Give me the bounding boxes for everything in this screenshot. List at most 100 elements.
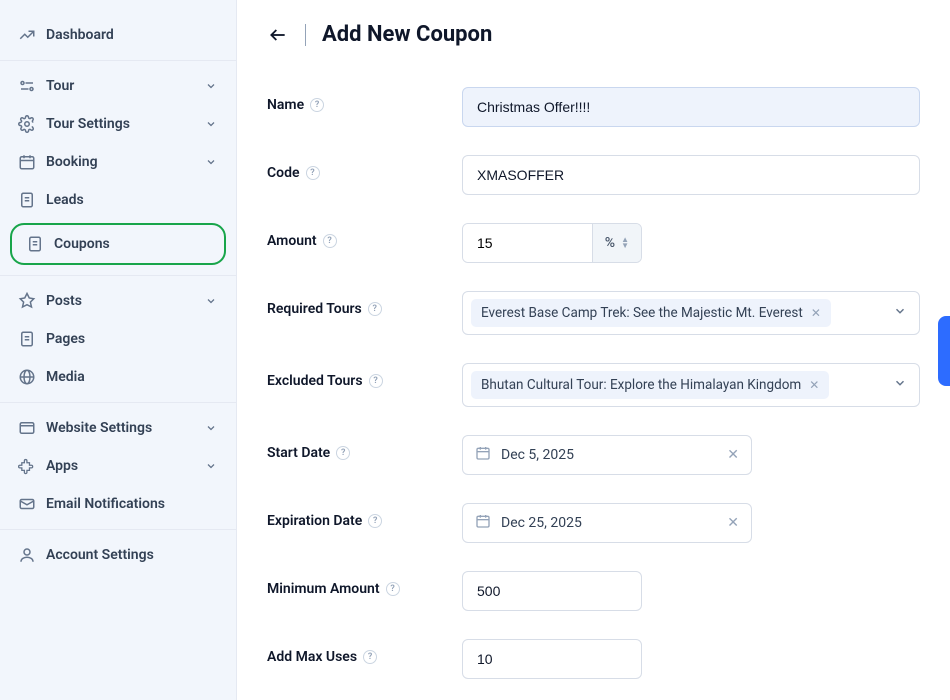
label-text: Name — [267, 97, 304, 113]
excluded-tours-select[interactable]: Bhutan Cultural Tour: Explore the Himala… — [462, 363, 920, 407]
help-icon[interactable]: ? — [368, 302, 382, 316]
sidebar-item-tour[interactable]: Tour — [0, 67, 236, 105]
chip-label: Everest Base Camp Trek: See the Majestic… — [481, 305, 803, 321]
sidebar-item-email-notifications[interactable]: Email Notifications — [0, 485, 236, 523]
expiration-date-input[interactable]: Dec 25, 2025 ✕ — [462, 503, 752, 543]
code-input[interactable] — [462, 155, 920, 195]
sidebar-item-label: Booking — [46, 154, 194, 170]
sidebar: Dashboard Tour Tour Settings Booking Lea… — [0, 0, 237, 700]
main-content: Add New Coupon Name ? Code ? Amount ? — [237, 0, 950, 700]
label-text: Code — [267, 165, 300, 181]
sidebar-item-website-settings[interactable]: Website Settings — [0, 409, 236, 447]
sidebar-group-main: Dashboard — [0, 10, 236, 61]
help-icon[interactable]: ? — [363, 650, 377, 664]
field-row-required-tours: Required Tours ? Everest Base Camp Trek:… — [267, 291, 920, 335]
field-row-expiration-date: Expiration Date ? Dec 25, 2025 ✕ — [267, 503, 920, 543]
amount-unit-label: % — [605, 235, 615, 251]
required-tours-select[interactable]: Everest Base Camp Trek: See the Majestic… — [462, 291, 920, 335]
sidebar-item-label: Coupons — [54, 236, 210, 252]
chip-label: Bhutan Cultural Tour: Explore the Himala… — [481, 377, 801, 393]
sidebar-item-label: Email Notifications — [46, 496, 218, 512]
chevron-down-icon — [204, 117, 218, 131]
help-icon[interactable]: ? — [336, 446, 350, 460]
chip-remove-icon[interactable]: ✕ — [809, 378, 819, 392]
window-icon — [18, 419, 36, 437]
chip-remove-icon[interactable]: ✕ — [811, 306, 821, 320]
back-button[interactable] — [267, 24, 289, 46]
divider — [305, 24, 306, 46]
sidebar-item-label: Tour — [46, 78, 194, 94]
chevron-down-icon[interactable] — [893, 376, 907, 394]
help-icon[interactable]: ? — [368, 514, 382, 528]
gear-icon — [18, 115, 36, 133]
sidebar-item-label: Account Settings — [46, 547, 218, 563]
help-icon[interactable]: ? — [306, 166, 320, 180]
file-icon — [18, 330, 36, 348]
calendar-icon — [18, 153, 36, 171]
calendar-icon — [475, 513, 491, 533]
sidebar-group-account: Account Settings — [0, 530, 236, 580]
sidebar-item-media[interactable]: Media — [0, 358, 236, 396]
calendar-icon — [475, 445, 491, 465]
chevron-down-icon — [204, 155, 218, 169]
sidebar-item-label: Apps — [46, 458, 194, 474]
amount-input[interactable] — [463, 224, 592, 262]
label-text: Add Max Uses — [267, 649, 357, 665]
chevron-down-icon[interactable] — [893, 304, 907, 322]
sidebar-item-label: Pages — [46, 331, 218, 347]
clear-icon[interactable]: ✕ — [727, 515, 739, 531]
help-icon[interactable]: ? — [386, 582, 400, 596]
field-label: Required Tours ? — [267, 291, 462, 317]
sidebar-item-posts[interactable]: Posts — [0, 282, 236, 320]
field-row-amount: Amount ? % ▲▼ — [267, 223, 920, 263]
sidebar-item-account-settings[interactable]: Account Settings — [0, 536, 236, 574]
sidebar-group-content: Posts Pages Media — [0, 276, 236, 403]
user-icon — [18, 546, 36, 564]
field-label: Excluded Tours ? — [267, 363, 462, 389]
file-icon — [26, 235, 44, 253]
help-icon[interactable]: ? — [310, 98, 324, 112]
field-label: Name ? — [267, 87, 462, 113]
field-label: Code ? — [267, 155, 462, 181]
label-text: Minimum Amount — [267, 581, 380, 597]
sidebar-item-booking[interactable]: Booking — [0, 143, 236, 181]
clear-icon[interactable]: ✕ — [727, 447, 739, 463]
field-row-max-uses: Add Max Uses ? — [267, 639, 920, 679]
help-icon[interactable]: ? — [323, 234, 337, 248]
globe-icon — [18, 368, 36, 386]
minimum-amount-input[interactable] — [462, 571, 642, 611]
chevron-down-icon — [204, 459, 218, 473]
sidebar-item-tour-settings[interactable]: Tour Settings — [0, 105, 236, 143]
help-icon[interactable]: ? — [369, 374, 383, 388]
label-text: Expiration Date — [267, 513, 362, 529]
field-label: Add Max Uses ? — [267, 639, 462, 665]
sidebar-item-dashboard[interactable]: Dashboard — [0, 16, 236, 54]
chevron-down-icon — [204, 79, 218, 93]
side-feedback-tab[interactable] — [938, 316, 950, 386]
sidebar-item-leads[interactable]: Leads — [0, 181, 236, 219]
date-value: Dec 5, 2025 — [501, 447, 717, 463]
sidebar-item-apps[interactable]: Apps — [0, 447, 236, 485]
chip: Bhutan Cultural Tour: Explore the Himala… — [471, 371, 829, 399]
field-label: Minimum Amount ? — [267, 571, 462, 597]
amount-unit-selector[interactable]: % ▲▼ — [592, 224, 641, 262]
sidebar-item-coupons[interactable]: Coupons — [12, 225, 224, 263]
field-label: Start Date ? — [267, 435, 462, 461]
sidebar-item-pages[interactable]: Pages — [0, 320, 236, 358]
sidebar-group-tours: Tour Tour Settings Booking Leads Coupons — [0, 61, 236, 276]
field-row-start-date: Start Date ? Dec 5, 2025 ✕ — [267, 435, 920, 475]
label-text: Start Date — [267, 445, 330, 461]
sidebar-item-coupons-highlight: Coupons — [10, 223, 226, 265]
start-date-input[interactable]: Dec 5, 2025 ✕ — [462, 435, 752, 475]
page-title: Add New Coupon — [322, 22, 492, 47]
chip: Everest Base Camp Trek: See the Majestic… — [471, 299, 831, 327]
amount-group: % ▲▼ — [462, 223, 642, 263]
name-input[interactable] — [462, 87, 920, 127]
mail-icon — [18, 495, 36, 513]
file-icon — [18, 191, 36, 209]
sidebar-item-label: Posts — [46, 293, 194, 309]
stepper-icon: ▲▼ — [621, 237, 629, 249]
arrow-left-icon — [268, 25, 288, 45]
max-uses-input[interactable] — [462, 639, 642, 679]
field-row-code: Code ? — [267, 155, 920, 195]
